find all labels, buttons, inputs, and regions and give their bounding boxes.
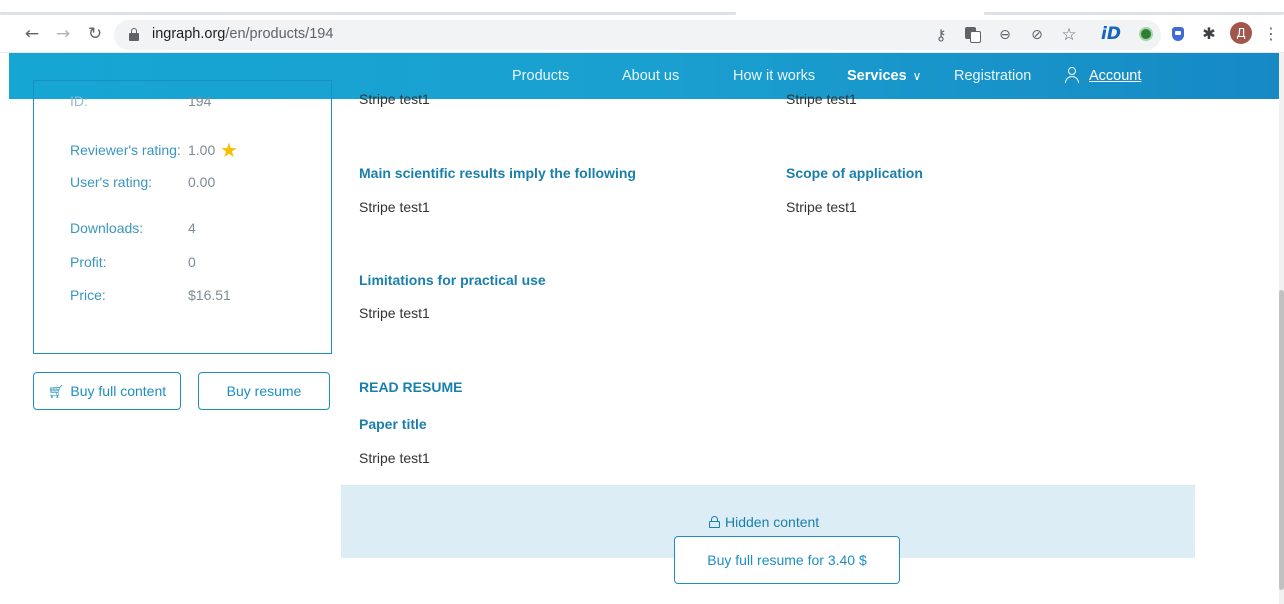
browser-toolbar: ← → ↻ ingraph.org/en/products/194 ⚷ ⊖ ⊘ … [0,17,1284,53]
id-label: ID: [70,93,88,109]
eye-off-icon[interactable]: ⊘ [1028,26,1046,44]
price-label: Price: [70,287,106,303]
back-arrow-icon[interactable]: ← [20,22,44,46]
nav-registration[interactable]: Registration [954,68,1031,84]
profile-avatar[interactable]: Д [1230,22,1252,44]
paper-title-text: Stripe test1 [359,450,430,466]
main-results-title: Main scientific results imply the follow… [359,165,636,181]
padlock-icon [709,516,720,528]
hidden-content-text: Hidden content [725,514,820,530]
nav-account[interactable]: Account [1089,68,1141,84]
top-right-text: Stripe test1 [786,91,857,107]
address-bar[interactable]: ingraph.org/en/products/194 ⚷ ⊖ ⊘ ☆ [114,20,1161,50]
downloads-label: Downloads: [70,220,144,236]
nav-products[interactable]: Products [512,68,569,84]
lock-icon[interactable] [129,28,139,41]
limitations-title: Limitations for practical use [359,272,546,288]
nav-services[interactable]: Services ∨ [847,68,921,84]
reviewer-rating-value: 1.00 [188,142,216,158]
limitations-text: Stripe test1 [359,305,430,321]
user-icon [1064,67,1080,83]
tab-strip [0,0,1284,17]
main-results-text: Stripe test1 [359,199,430,215]
bookmark-star-icon[interactable]: ☆ [1060,26,1078,44]
user-rating-value: 0.00 [188,174,216,190]
buy-full-resume-button[interactable]: Buy full resume for 3.40 $ [674,536,900,584]
profit-value: 0 [188,254,196,270]
forward-arrow-icon[interactable]: → [51,22,75,46]
url-text[interactable]: ingraph.org/en/products/194 [152,26,333,42]
hidden-content-label: Hidden content [709,514,819,530]
shield-extension-icon[interactable] [1168,24,1188,44]
product-info-panel [33,80,332,354]
cart-icon: 🛒︎ [47,384,65,399]
top-left-text: Stripe test1 [359,91,430,107]
price-value: $16.51 [188,287,231,303]
tab-indicator[interactable] [0,12,736,15]
url-path: /en/products/194 [225,26,334,42]
buy-full-content-button[interactable]: 🛒︎ Buy full content [33,372,181,410]
url-domain: ingraph.org [152,26,226,42]
nav-how-it-works[interactable]: How it works [733,68,815,84]
user-rating-label: User's rating: [70,174,153,190]
reload-icon[interactable]: ↻ [83,22,107,46]
translate-icon[interactable] [964,26,982,44]
zoom-out-icon[interactable]: ⊖ [996,26,1014,44]
id-value: 194 [188,93,212,109]
chevron-down-icon: ∨ [912,69,922,83]
read-resume-heading: READ RESUME [359,379,463,395]
reviewer-rating-label: Reviewer's rating: [70,142,181,158]
profit-label: Profit: [70,254,107,270]
scrollbar-thumb[interactable] [1279,290,1284,590]
paper-title-label: Paper title [359,416,427,432]
scope-text: Stripe test1 [786,199,857,215]
extensions-puzzle-icon[interactable]: ✱ [1199,24,1219,44]
scope-title: Scope of application [786,165,923,181]
green-extension-icon[interactable] [1136,24,1156,44]
star-icon: ★ [220,138,238,162]
nav-services-label: Services [847,68,907,84]
tab-indicator-secondary[interactable] [984,12,1284,15]
kebab-menu-icon[interactable]: ⋮ [1263,24,1279,44]
id-extension-icon[interactable]: iD [1101,24,1121,44]
key-icon[interactable]: ⚷ [932,26,950,44]
buy-full-content-label: Buy full content [70,383,167,399]
downloads-value: 4 [188,220,196,236]
nav-about-us[interactable]: About us [622,68,679,84]
buy-resume-button[interactable]: Buy resume [198,372,330,410]
